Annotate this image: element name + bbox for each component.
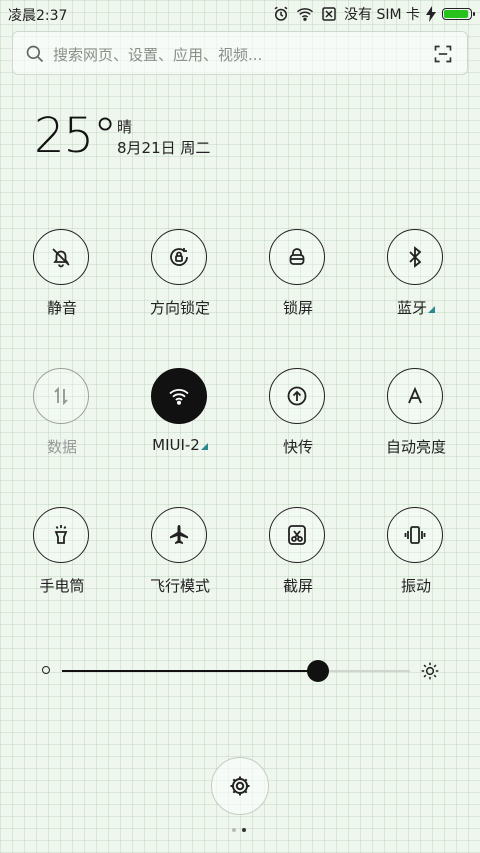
weather-condition: 晴: [117, 118, 133, 136]
bell-off-icon: [52, 248, 70, 268]
toggle-bluetooth[interactable]: 蓝牙: [357, 229, 475, 339]
screenshot-icon: [288, 525, 306, 545]
lock-icon: [289, 248, 305, 265]
settings-button[interactable]: [211, 757, 269, 815]
toggle-airplane-mode[interactable]: 飞行模式: [121, 507, 239, 617]
airplane-icon: [170, 525, 188, 544]
wifi-icon: [169, 389, 189, 405]
toggle-quick-share[interactable]: 快传: [239, 368, 357, 478]
share-upload-icon: [287, 386, 307, 406]
flashlight-icon: [54, 525, 68, 544]
toggle-screenshot[interactable]: 截屏: [239, 507, 357, 617]
toggle-rotation-lock[interactable]: 方向锁定: [121, 229, 239, 339]
submenu-indicator[interactable]: [200, 443, 208, 450]
temperature[interactable]: 25°: [34, 108, 117, 164]
toggle-lock-screen[interactable]: 锁屏: [239, 229, 357, 339]
search-bar[interactable]: 搜索网页、设置、应用、视频...: [12, 31, 468, 75]
brightness-low-icon: [42, 666, 50, 674]
status-time: 凌晨2:37: [8, 8, 68, 24]
toggle-label: 自动亮度: [385, 438, 446, 456]
vibrate-icon: [404, 526, 426, 544]
toggle-flashlight[interactable]: 手电筒: [3, 507, 121, 617]
search-input[interactable]: 搜索网页、设置、应用、视频...: [53, 44, 262, 65]
toggle-label: 静音: [46, 299, 77, 317]
toggle-label-text: MIUI-2: [152, 436, 200, 454]
toggle-label: 蓝牙: [357, 297, 475, 318]
brightness-fill: [62, 670, 318, 672]
brightness-slider[interactable]: [62, 660, 410, 682]
scan-icon[interactable]: [433, 44, 453, 64]
toggle-mobile-data-button[interactable]: [33, 368, 89, 424]
toggle-vibrate-button[interactable]: [387, 507, 443, 563]
page-dot: [232, 828, 236, 832]
toggle-label-text: 蓝牙: [396, 299, 427, 317]
submenu-indicator[interactable]: [428, 306, 435, 313]
toggle-flashlight-button[interactable]: [33, 507, 89, 563]
toggle-label: 快传: [282, 438, 313, 456]
battery-icon: [442, 8, 475, 20]
toggle-mobile-data[interactable]: 数据: [3, 368, 121, 478]
brightness-thumb[interactable]: [307, 660, 329, 682]
wifi-icon: [297, 8, 313, 21]
data-arrows-icon: [54, 386, 68, 406]
toggle-rotation-lock-button[interactable]: [151, 229, 207, 285]
toggle-label: 飞行模式: [149, 577, 210, 595]
search-icon: [26, 45, 44, 63]
date-text: 8月21日 周二: [117, 139, 211, 157]
page-indicator: [232, 828, 246, 832]
toggle-label: 锁屏: [282, 299, 313, 317]
rotation-lock-icon: [170, 248, 188, 266]
auto-brightness-icon: [408, 386, 422, 404]
toggle-label: 数据: [46, 438, 77, 456]
sim-status-text: 没有 SIM 卡: [344, 7, 420, 23]
toggle-screenshot-button[interactable]: [269, 507, 325, 563]
toggle-lock-screen-button[interactable]: [269, 229, 325, 285]
toggle-airplane-mode-button[interactable]: [151, 507, 207, 563]
bluetooth-icon: [409, 246, 422, 268]
toggle-wifi-button[interactable]: [151, 368, 207, 424]
charging-icon: [426, 6, 436, 22]
toggle-vibrate[interactable]: 振动: [357, 507, 475, 617]
no-sim-icon: [322, 7, 336, 21]
toggle-label: 手电筒: [39, 577, 85, 595]
toggle-bluetooth-button[interactable]: [387, 229, 443, 285]
toggle-label: MIUI-2: [121, 436, 239, 454]
status-bar: 凌晨2:37 没有 SIM 卡: [0, 0, 480, 28]
toggle-label: 截屏: [282, 577, 313, 595]
toggle-auto-brightness[interactable]: 自动亮度: [357, 368, 475, 478]
status-icons: 没有 SIM 卡: [272, 4, 475, 24]
toggle-quick-share-button[interactable]: [269, 368, 325, 424]
gear-icon: [230, 776, 250, 796]
page-dot-active: [242, 828, 246, 832]
toggle-wifi[interactable]: MIUI-2: [121, 368, 239, 478]
toggle-silent-button[interactable]: [33, 229, 89, 285]
toggle-label: 方向锁定: [149, 299, 210, 317]
alarm-icon: [274, 6, 288, 21]
toggle-auto-brightness-button[interactable]: [387, 368, 443, 424]
toggle-silent[interactable]: 静音: [3, 229, 121, 339]
brightness-high-icon: [421, 662, 439, 680]
toggle-label: 振动: [400, 577, 431, 595]
